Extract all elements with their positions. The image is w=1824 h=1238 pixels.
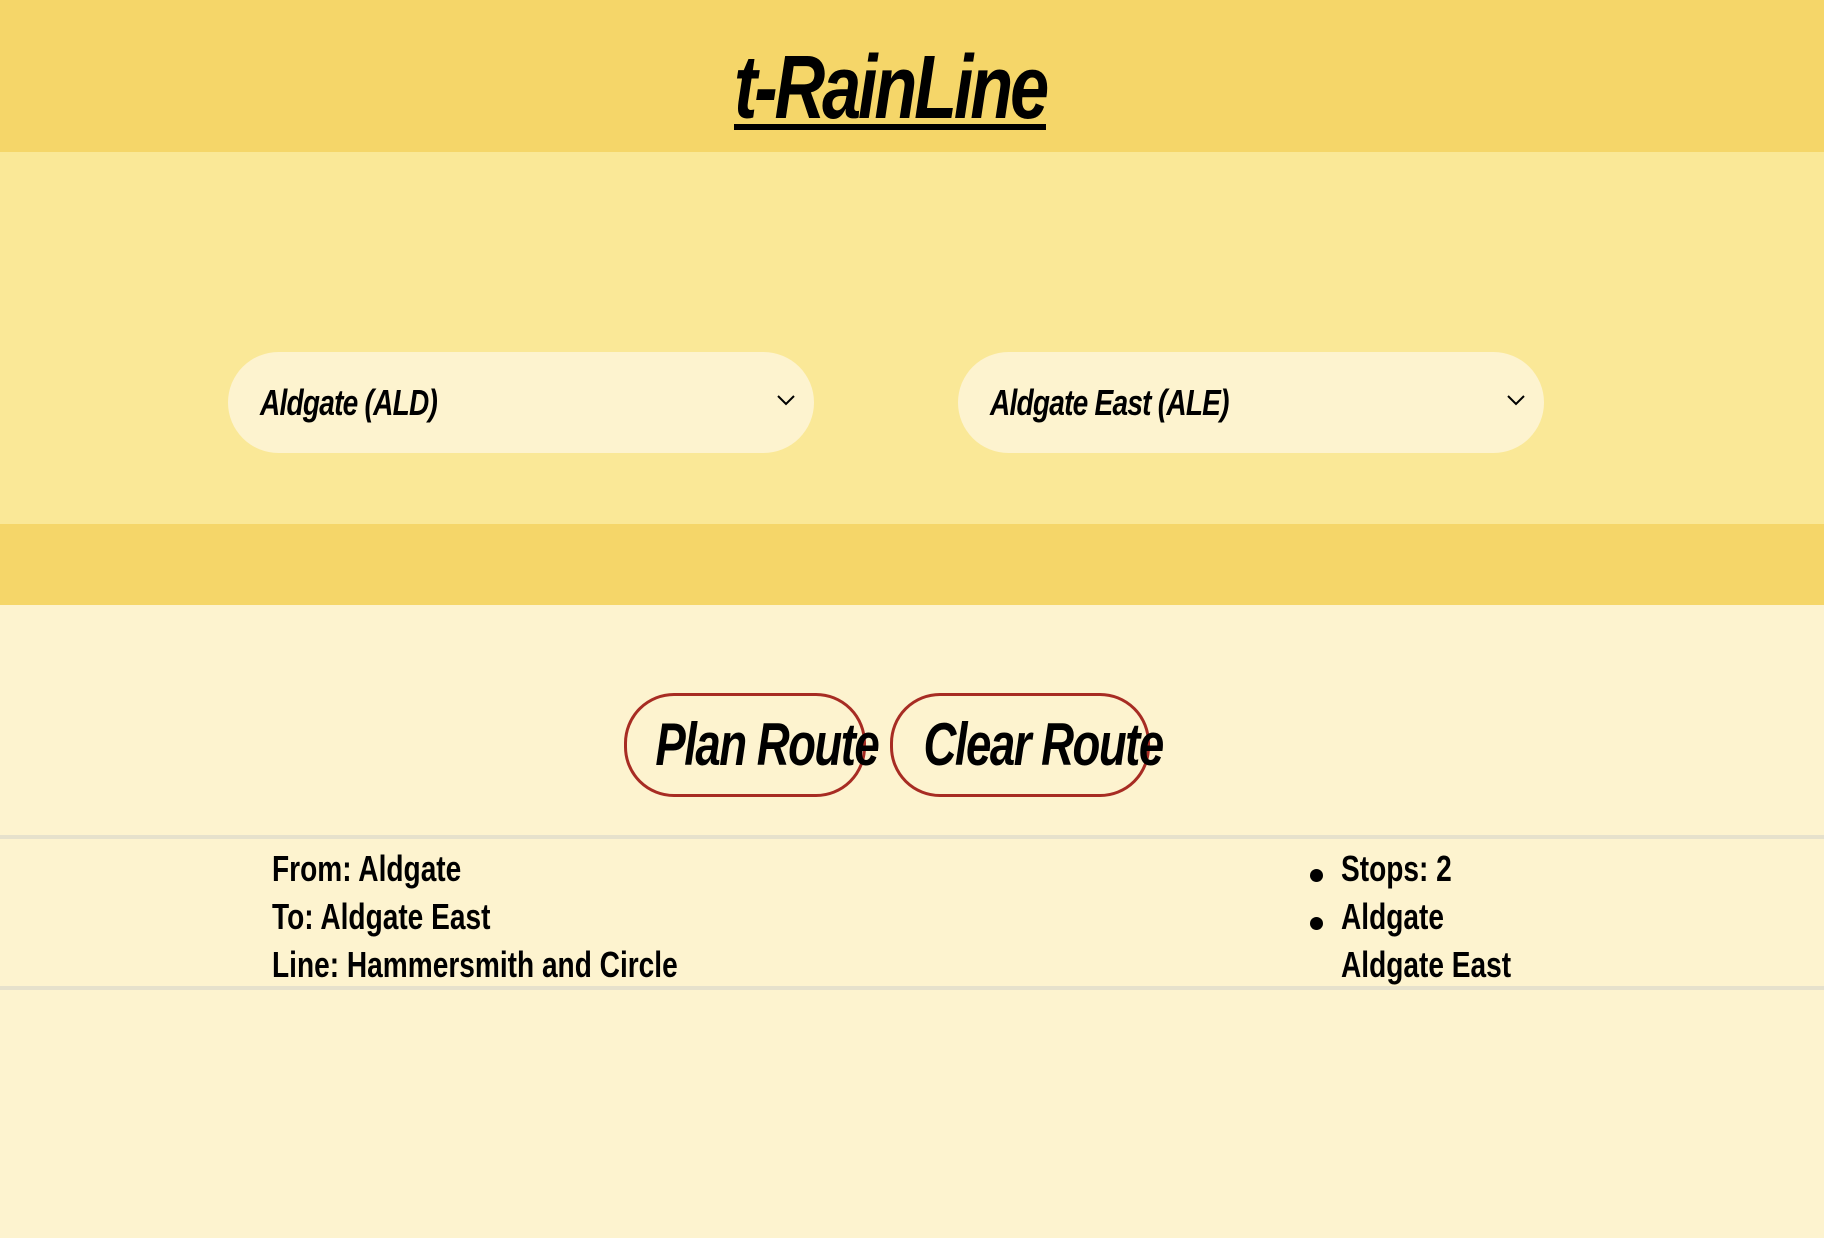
route-result-panel: From: Aldgate To: Aldgate East Line: Ham…	[0, 835, 1824, 990]
clear-route-label: Clear Route	[923, 711, 1164, 778]
stop-list-item: Aldgate East	[1341, 944, 1512, 985]
divider-band	[0, 524, 1824, 605]
result-to: To: Aldgate East	[272, 896, 491, 937]
to-station-select[interactable]: Aldgate East (ALE)	[958, 352, 1544, 453]
stop-list-item: Aldgate	[1341, 896, 1444, 937]
from-station-select[interactable]: Aldgate (ALD)	[228, 352, 814, 453]
to-station-value: Aldgate East (ALE)	[990, 382, 1229, 423]
app-header: t-RainLine	[0, 0, 1824, 152]
chevron-down-icon	[1507, 395, 1525, 406]
station-select-band	[0, 152, 1824, 524]
chevron-down-icon	[777, 395, 795, 406]
plan-route-button[interactable]: Plan Route	[624, 693, 880, 797]
list-bullet	[1310, 917, 1323, 930]
plan-route-label: Plan Route	[655, 711, 879, 778]
result-from: From: Aldgate	[272, 848, 462, 889]
list-bullet	[1310, 869, 1323, 882]
result-line: Line: Hammersmith and Circle	[272, 944, 678, 985]
result-stops-count: Stops: 2	[1341, 848, 1452, 889]
from-station-value: Aldgate (ALD)	[260, 382, 438, 423]
clear-route-button[interactable]: Clear Route	[890, 693, 1164, 797]
app-title[interactable]: t-RainLine	[196, 38, 1584, 138]
action-buttons: Plan Route Clear Route	[0, 693, 1824, 797]
